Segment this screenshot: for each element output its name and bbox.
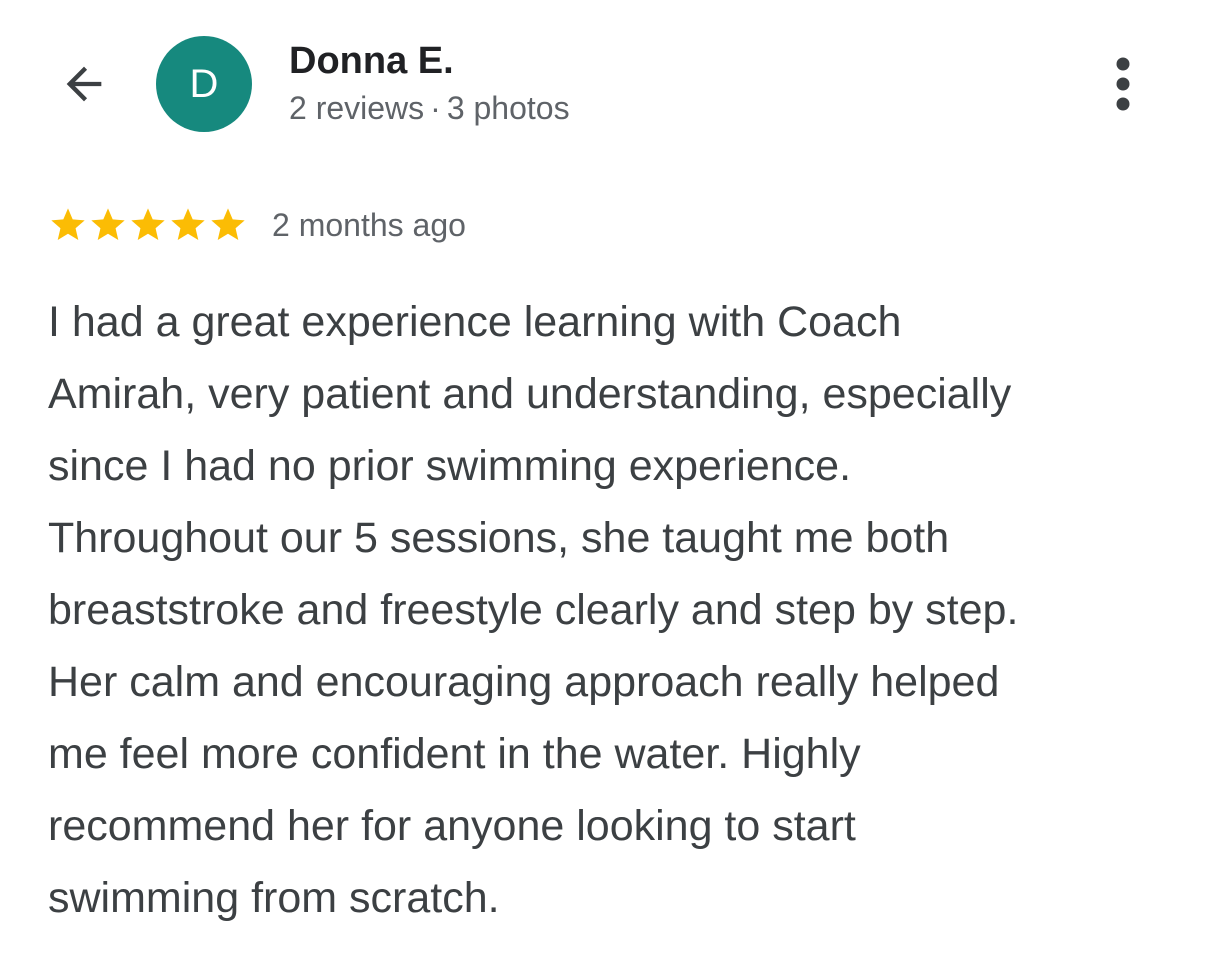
photos-count: 3 photos xyxy=(446,90,570,126)
star-icon xyxy=(91,208,125,240)
arrow-left-icon xyxy=(66,66,102,102)
star-icon xyxy=(171,208,205,240)
avatar-letter: D xyxy=(189,61,219,106)
reviewer-name[interactable]: Donna E. xyxy=(289,38,454,84)
reviewer-header: D Donna E. 2 reviews · 3 photos xyxy=(0,0,1206,170)
review-time: 2 months ago xyxy=(272,206,466,243)
reviews-count: 2 reviews xyxy=(289,90,425,126)
back-button[interactable] xyxy=(52,52,116,116)
separator-dot: · xyxy=(430,90,441,126)
more-vert-icon xyxy=(1116,57,1130,111)
avatar[interactable]: D xyxy=(156,36,252,132)
star-icon xyxy=(211,208,245,240)
star-icon xyxy=(51,208,85,240)
more-options-button[interactable] xyxy=(1096,52,1150,116)
review-text: I had a great experience learning with C… xyxy=(48,298,1019,922)
star-rating xyxy=(48,205,248,245)
star-icon xyxy=(131,208,165,240)
reviewer-stats: 2 reviews · 3 photos xyxy=(289,88,570,128)
rating-row: 2 months ago xyxy=(48,202,466,248)
